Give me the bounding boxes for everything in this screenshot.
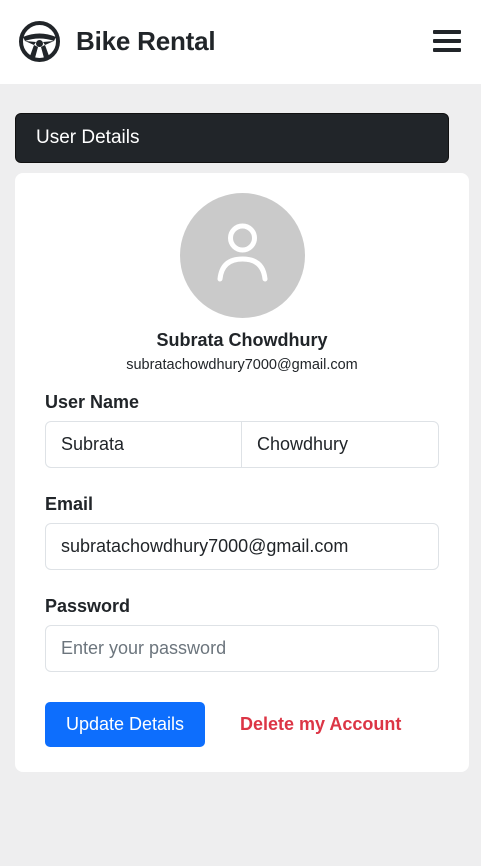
profile-name: Subrata Chowdhury	[156, 330, 328, 350]
delete-account-button[interactable]: Delete my Account	[240, 702, 401, 747]
brand-name: Bike Rental	[76, 26, 216, 56]
update-details-button[interactable]: Update Details	[45, 702, 205, 747]
steering-wheel-icon	[19, 21, 60, 62]
first-name-input[interactable]	[45, 421, 242, 468]
password-input[interactable]	[45, 625, 439, 672]
hamburger-menu-icon-bar	[433, 48, 461, 52]
hamburger-menu-icon	[433, 30, 461, 34]
username-label: User Name	[45, 392, 140, 412]
avatar	[180, 193, 305, 318]
password-label: Password	[45, 596, 131, 616]
menu-toggle-button[interactable]	[431, 26, 465, 56]
user-details-card: Subrata Chowdhury subratachowdhury7000@g…	[15, 173, 469, 772]
last-name-input[interactable]	[241, 421, 439, 468]
profile-email: subratachowdhury7000@gmail.com	[126, 357, 358, 373]
email-label: Email	[45, 494, 94, 514]
hamburger-menu-icon-bar	[433, 39, 461, 43]
user-avatar-icon	[217, 223, 268, 282]
email-input[interactable]	[45, 523, 439, 570]
section-title: User Details	[15, 113, 449, 163]
navbar: Bike Rental	[0, 0, 481, 84]
